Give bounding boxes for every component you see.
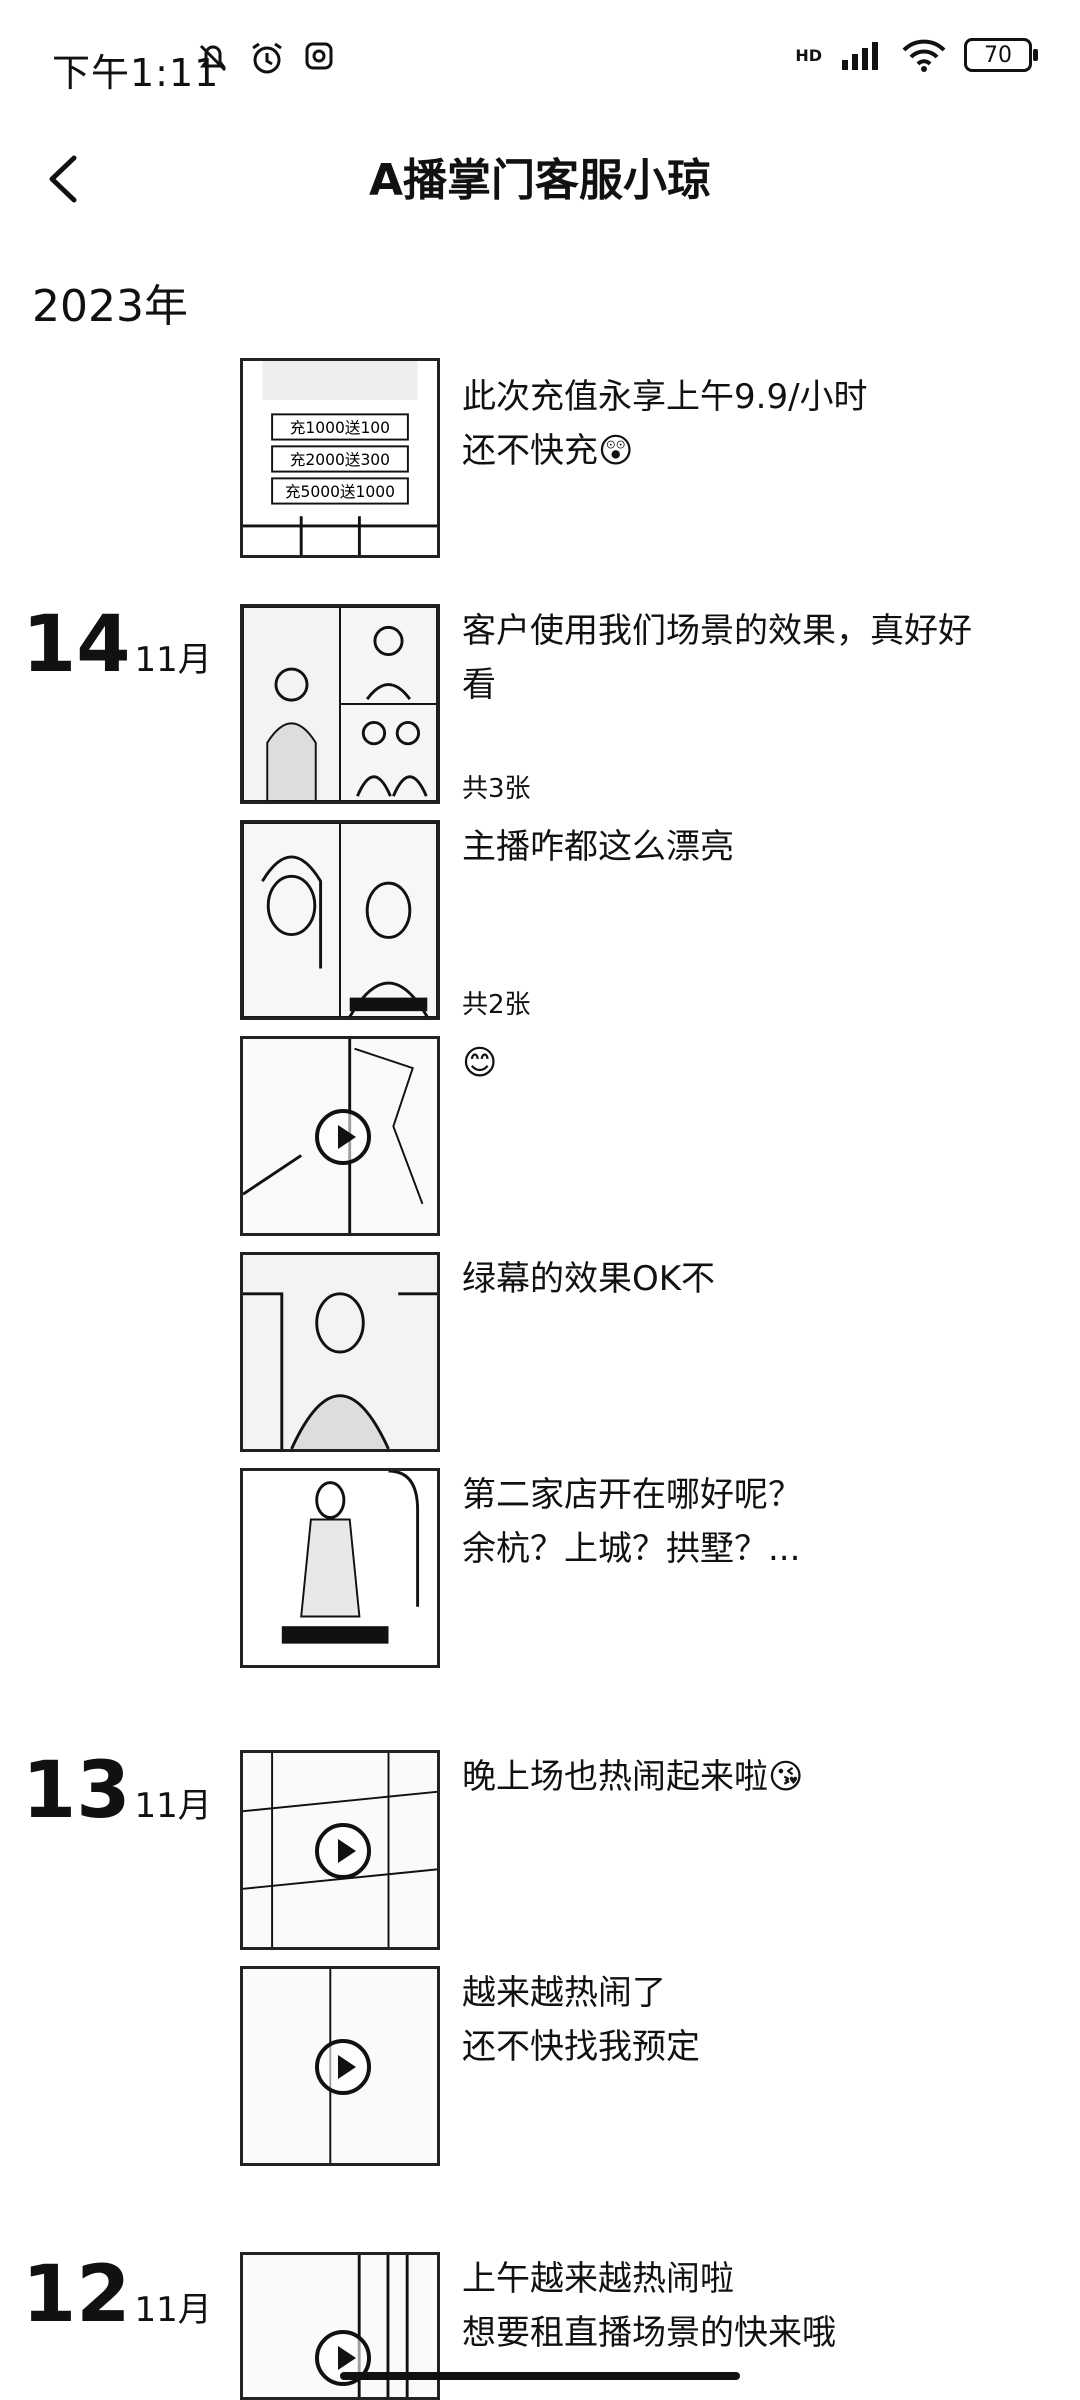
photo-count: 共3张 xyxy=(462,774,531,804)
post-thumbnail[interactable] xyxy=(240,1468,440,1668)
status-right-icons: HD 70 xyxy=(795,38,1038,72)
day-number: 12 xyxy=(22,2250,131,2340)
status-bar: 下午1:11 HD 70 xyxy=(0,0,1080,120)
post-thumbnail[interactable]: 充1000送100 充2000送300 充5000送1000 xyxy=(240,358,440,558)
caption-line: 想要租直播场景的快来哦 xyxy=(462,2313,836,2353)
date-label: 12 11月 xyxy=(22,2256,212,2334)
post-caption[interactable]: 第二家店开在哪好呢？ 余杭？上城？拱墅？... xyxy=(462,1468,1052,1576)
post-caption[interactable]: 此次充值永享上午9.9/小时 还不快充😲 xyxy=(462,370,1052,478)
month-label: 11月 xyxy=(134,640,212,680)
green-screen-photo xyxy=(243,1255,437,1449)
play-icon[interactable] xyxy=(315,1823,371,1879)
post-caption[interactable]: 晚上场也热闹起来啦😘 xyxy=(462,1750,1052,1804)
post-caption[interactable]: 客户使用我们场景的效果，真好好 看 xyxy=(462,604,1052,712)
promo-line-1: 充1000送100 xyxy=(290,419,390,437)
photo-count: 共2张 xyxy=(462,990,531,1020)
post-thumbnail[interactable] xyxy=(240,1036,440,1236)
day-number: 13 xyxy=(22,1746,131,1836)
caption-line: 看 xyxy=(462,665,496,705)
caption-line: 上午越来越热闹啦 xyxy=(462,2259,734,2299)
caption-line: 还不快充😲 xyxy=(462,431,634,471)
caption-line: 越来越热闹了 xyxy=(462,1973,666,2013)
page-title: A播掌门客服小琼 xyxy=(368,155,712,206)
post-thumbnail[interactable] xyxy=(240,1750,440,1950)
post-caption[interactable]: 越来越热闹了 还不快找我预定 xyxy=(462,1966,1052,2074)
two-photo-image xyxy=(243,823,437,1017)
battery-level: 70 xyxy=(984,42,1012,68)
date-label: 13 11月 xyxy=(22,1752,212,1830)
caption-line: 第二家店开在哪好呢？ xyxy=(462,1475,802,1515)
caption-line: 客户使用我们场景的效果，真好好 xyxy=(462,611,972,651)
wifi-icon xyxy=(902,39,946,72)
hd-signal-label: HD xyxy=(795,45,822,65)
post-caption[interactable]: 主播咋都这么漂亮 xyxy=(462,820,1052,874)
play-icon[interactable] xyxy=(315,1109,371,1165)
app-notification-icon xyxy=(305,42,333,70)
alarm-icon xyxy=(252,42,282,74)
home-indicator[interactable] xyxy=(340,2372,740,2380)
photo-collage-image xyxy=(243,607,437,801)
caption-line: 此次充值永享上午9.9/小时 xyxy=(462,377,868,417)
status-left-icons xyxy=(195,40,335,76)
post-thumbnail[interactable] xyxy=(240,604,440,804)
month-label: 11月 xyxy=(134,1786,212,1826)
caption-line: 绿幕的效果OK不 xyxy=(462,1259,716,1299)
promo-line-2: 充2000送300 xyxy=(290,451,390,469)
header: A播掌门客服小琼 xyxy=(0,120,1080,260)
silent-bell-icon xyxy=(199,44,227,72)
date-label: 14 11月 xyxy=(22,606,212,684)
caption-line: 晚上场也热闹起来啦😘 xyxy=(462,1757,804,1797)
caption-line: 余杭？上城？拱墅？... xyxy=(462,1529,801,1569)
post-caption[interactable]: 绿幕的效果OK不 xyxy=(462,1252,1052,1306)
caption-line: 😊 xyxy=(462,1043,498,1083)
post-caption[interactable]: 😊 xyxy=(462,1036,1052,1090)
post-thumbnail[interactable] xyxy=(240,820,440,1020)
caption-line: 还不快找我预定 xyxy=(462,2027,700,2067)
caption-line: 主播咋都这么漂亮 xyxy=(462,827,734,867)
day-number: 14 xyxy=(22,600,131,690)
year-label: 2023年 xyxy=(32,281,188,332)
signal-icon xyxy=(842,42,878,70)
recharge-promo-image: 充1000送100 充2000送300 充5000送1000 xyxy=(243,361,437,555)
storefront-photo xyxy=(243,1471,437,1665)
month-label: 11月 xyxy=(134,2290,212,2330)
play-icon[interactable] xyxy=(315,2039,371,2095)
promo-line-3: 充5000送1000 xyxy=(285,483,395,501)
post-caption[interactable]: 上午越来越热闹啦 想要租直播场景的快来哦 xyxy=(462,2252,1052,2360)
post-thumbnail[interactable] xyxy=(240,1252,440,1452)
post-thumbnail[interactable] xyxy=(240,1966,440,2166)
battery-indicator: 70 xyxy=(964,38,1038,72)
